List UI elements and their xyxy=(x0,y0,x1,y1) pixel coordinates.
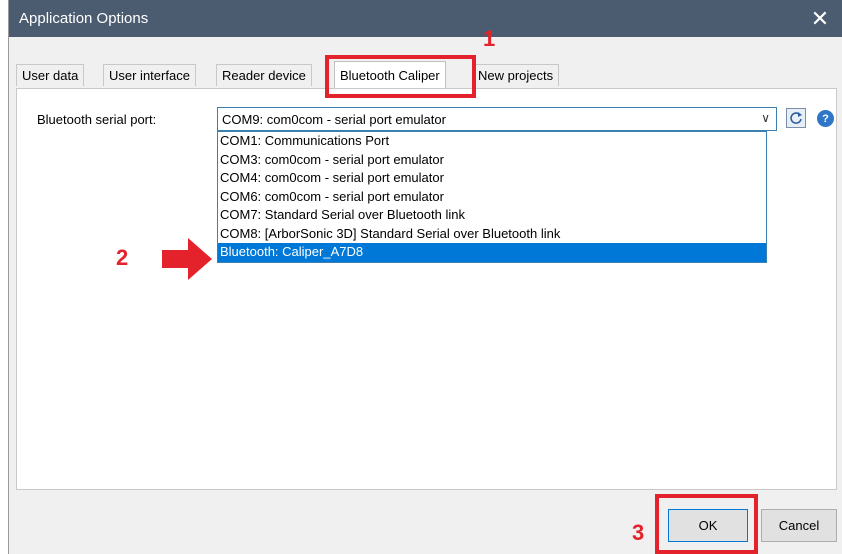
bluetooth-port-select[interactable]: COM9: com0com - serial port emulator ∨ xyxy=(217,107,777,131)
title-bar: Application Options ✕ xyxy=(9,0,842,37)
chevron-down-icon: ∨ xyxy=(761,111,770,125)
annotation-step-3: 3 xyxy=(632,520,645,545)
port-option-com6[interactable]: COM6: com0com - serial port emulator xyxy=(218,188,766,207)
tab-new-projects[interactable]: New projects xyxy=(472,64,560,86)
port-option-com7[interactable]: COM7: Standard Serial over Bluetooth lin… xyxy=(218,206,766,225)
annotation-step-1: 1 xyxy=(483,26,496,51)
bluetooth-port-selected-value: COM9: com0com - serial port emulator xyxy=(222,112,446,127)
refresh-icon xyxy=(790,112,802,124)
annotation-box-tab xyxy=(325,55,476,98)
tab-user-data[interactable]: User data xyxy=(16,64,85,86)
close-icon: ✕ xyxy=(810,5,830,31)
annotation-step-2: 2 xyxy=(116,245,129,270)
cancel-button[interactable]: Cancel xyxy=(761,509,837,542)
help-icon: ? xyxy=(822,112,829,125)
bluetooth-port-dropdown-list: COM1: Communications Port COM3: com0com … xyxy=(217,131,767,263)
window-title: Application Options xyxy=(19,10,149,27)
help-button[interactable]: ? xyxy=(817,110,834,127)
port-option-com8[interactable]: COM8: [ArborSonic 3D] Standard Serial ov… xyxy=(218,225,766,244)
arrow-right-icon xyxy=(162,238,212,280)
application-options-dialog: Application Options ✕ User data User int… xyxy=(9,0,842,554)
tab-panel-bluetooth-caliper: Bluetooth serial port: COM9: com0com - s… xyxy=(16,88,837,490)
tab-reader-device[interactable]: Reader device xyxy=(216,64,312,86)
close-button[interactable]: ✕ xyxy=(798,0,842,37)
port-option-bluetooth-caliper[interactable]: Bluetooth: Caliper_A7D8 xyxy=(218,243,766,262)
bluetooth-port-label: Bluetooth serial port: xyxy=(37,112,157,127)
annotation-box-ok xyxy=(655,494,758,554)
port-option-com3[interactable]: COM3: com0com - serial port emulator xyxy=(218,151,766,170)
refresh-button[interactable] xyxy=(786,108,806,128)
port-option-com4[interactable]: COM4: com0com - serial port emulator xyxy=(218,169,766,188)
tab-user-interface[interactable]: User interface xyxy=(103,64,196,86)
port-option-com1[interactable]: COM1: Communications Port xyxy=(218,132,766,151)
